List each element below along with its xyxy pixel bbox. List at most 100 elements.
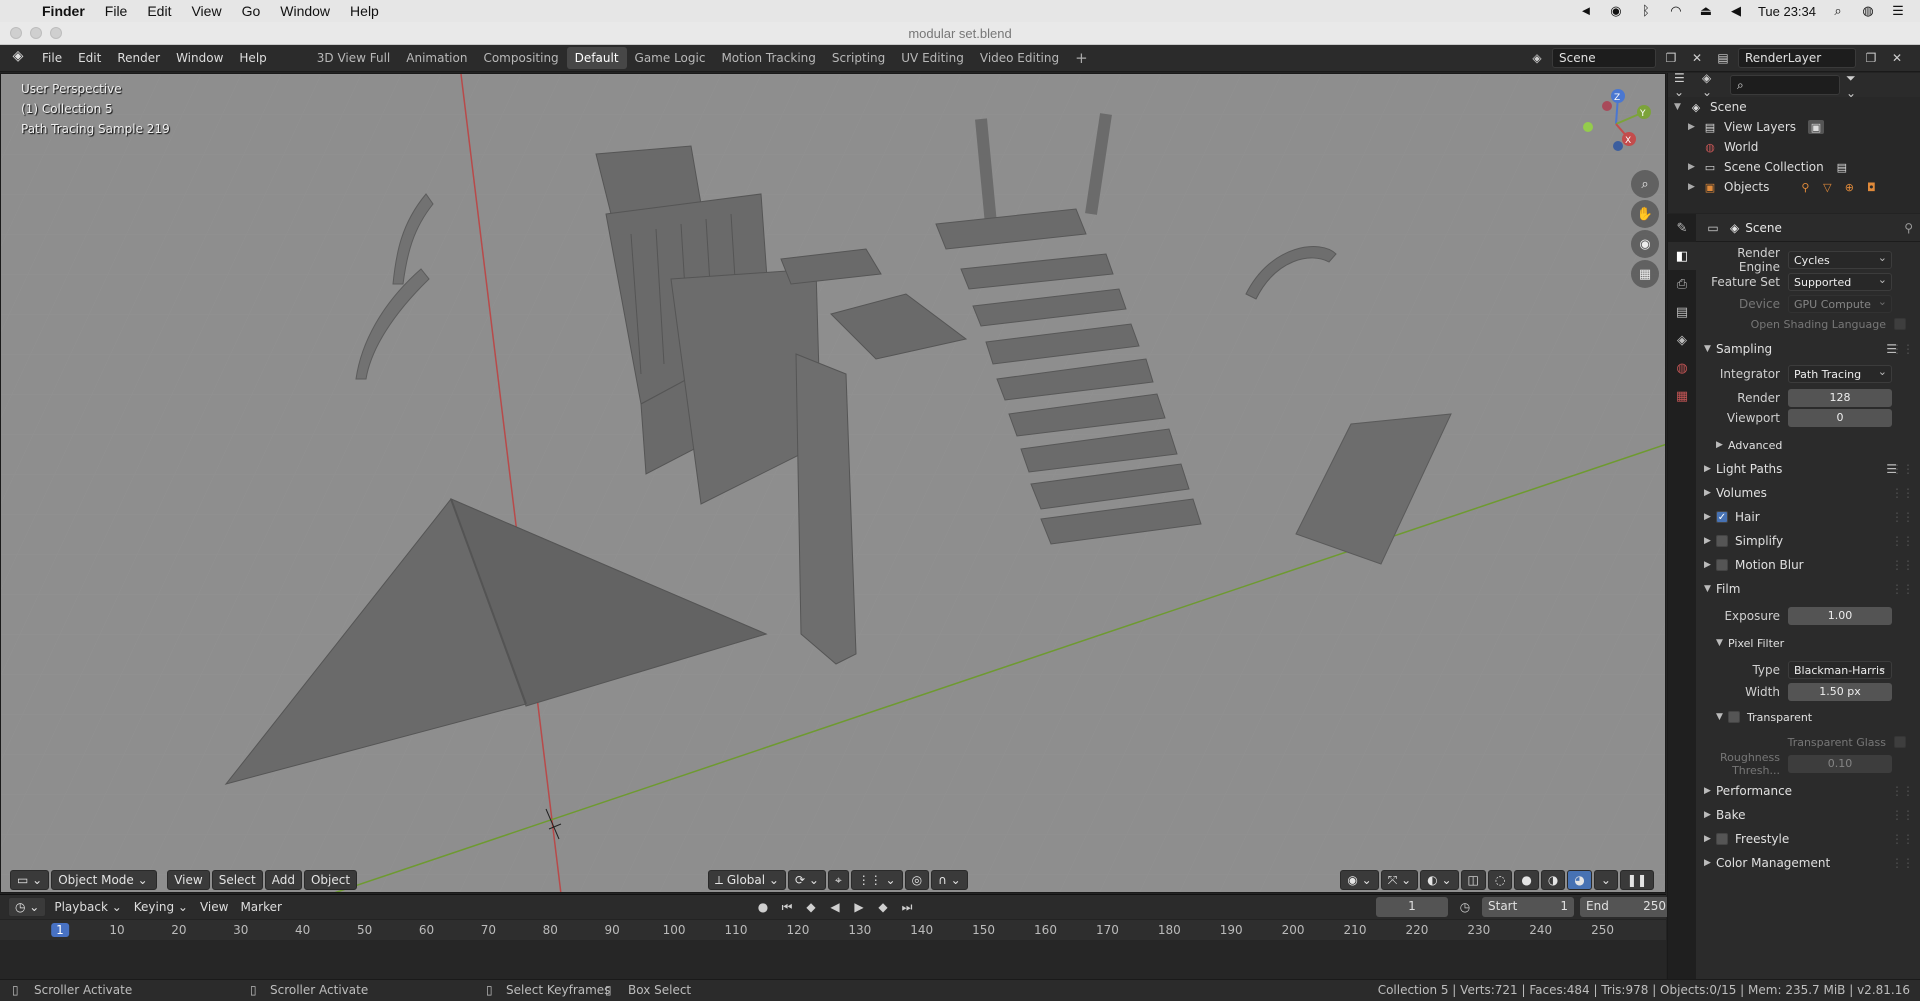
transparent-checkbox[interactable] (1728, 711, 1740, 723)
topbar-menu-file[interactable]: File (34, 51, 70, 65)
view-layer-field[interactable]: RenderLayer (1738, 48, 1856, 68)
xray-toggle-icon[interactable]: ◫ (1460, 870, 1486, 890)
expand-arrow-icon[interactable]: ▶ (1688, 162, 1702, 172)
timeline-menu-view[interactable]: View (194, 900, 234, 914)
menu-help[interactable]: Help (340, 0, 389, 22)
pivot-point-icon[interactable]: ⟳ ⌄ (788, 870, 826, 890)
view-layer-icon[interactable]: ▤ (1712, 48, 1734, 68)
feature-set-dropdown[interactable]: Supported (1788, 271, 1892, 291)
display-mode-icon[interactable]: ◈ ⌄ (1702, 71, 1724, 99)
bake-panel-header[interactable]: ▶ Bake ⋮⋮ (1696, 804, 1920, 826)
outliner-row-scene-collection[interactable]: ▶ ▭ Scene Collection ▤ (1668, 157, 1920, 177)
proportional-edit-icon[interactable]: ◎ (904, 870, 930, 890)
menu-app-finder[interactable]: Finder (32, 0, 95, 22)
transform-orientation-dropdown[interactable]: ⟂ Global ⌄ (708, 870, 786, 890)
scene-selector-icon[interactable]: ◈ (1526, 48, 1548, 68)
simplify-panel-header[interactable]: ▶ Simplify ⋮⋮ (1696, 530, 1920, 552)
new-scene-icon[interactable]: ❐ (1660, 48, 1682, 68)
menu-edit[interactable]: Edit (137, 0, 181, 22)
pan-hand-icon[interactable]: ✋ (1631, 200, 1659, 228)
sampling-panel-header[interactable]: ▼ Sampling ☰ ⋮⋮ (1696, 338, 1920, 360)
jump-start-icon[interactable]: ⏮ (776, 897, 798, 917)
current-frame-field[interactable]: 1 (1376, 897, 1448, 917)
shading-options-icon[interactable]: ⌄ (1593, 870, 1618, 890)
creative-cloud-icon[interactable]: ◉ (1608, 4, 1624, 18)
device-dropdown[interactable]: GPU Compute (1788, 293, 1892, 313)
film-panel-header[interactable]: ▼ Film ⋮⋮ (1696, 578, 1920, 600)
expand-arrow-icon[interactable]: ▼ (1674, 102, 1688, 112)
shading-material-icon[interactable]: ◑ (1540, 870, 1566, 890)
outliner-row-world[interactable]: ◍ World (1668, 137, 1920, 157)
jump-end-icon[interactable]: ⏭ (896, 897, 918, 917)
advanced-subpanel-header[interactable]: ▶ Advanced (1696, 434, 1920, 456)
current-frame-indicator[interactable]: 1 (51, 923, 69, 937)
play-icon[interactable]: ▶ (848, 897, 870, 917)
render-engine-dropdown[interactable]: Cycles (1788, 249, 1892, 269)
jump-next-keyframe-icon[interactable]: ◆ (872, 897, 894, 917)
filter-type-dropdown[interactable]: Blackman-Harris (1788, 659, 1892, 679)
properties-editor-type-icon[interactable]: ▭ (1702, 218, 1724, 238)
outliner-search-input[interactable]: ⌕ (1730, 75, 1840, 95)
siri-icon[interactable]: ◍ (1860, 4, 1876, 18)
exposure-field[interactable]: 1.00 (1788, 607, 1892, 625)
bluetooth-icon[interactable]: ᛒ (1638, 4, 1654, 18)
color-management-panel-header[interactable]: ▶ Color Management ⋮⋮ (1696, 852, 1920, 874)
timeline-editor-type-icon[interactable]: ◷ ⌄ (8, 897, 47, 917)
viewport-menu-object[interactable]: Object (303, 870, 358, 890)
menu-go[interactable]: Go (232, 0, 271, 22)
scene-tab-icon[interactable]: ◈ (1668, 326, 1696, 354)
preview-range-icon[interactable]: ◷ (1454, 897, 1476, 917)
hair-panel-header[interactable]: ▶ ✓ Hair ⋮⋮ (1696, 506, 1920, 528)
delete-view-layer-icon[interactable]: ✕ (1886, 48, 1908, 68)
viewport-menu-add[interactable]: Add (264, 870, 302, 890)
simplify-checkbox[interactable] (1716, 535, 1728, 547)
tab-animation[interactable]: Animation (398, 47, 475, 69)
visibility-filter-icon[interactable]: ◉ ⌄ (1340, 870, 1379, 890)
volumes-panel-header[interactable]: ▶ Volumes ⋮⋮ (1696, 482, 1920, 504)
menubar-clock[interactable]: Tue 23:34 (1758, 4, 1816, 19)
tab-3d-view-full[interactable]: 3D View Full (309, 47, 399, 69)
spotlight-search-icon[interactable]: ⌕ (1830, 4, 1846, 18)
shading-wireframe-icon[interactable]: ◌ (1487, 870, 1513, 890)
motion-blur-panel-header[interactable]: ▶ Motion Blur ⋮⋮ (1696, 554, 1920, 576)
outliner-row-objects[interactable]: ▶ ▣ Objects ⚲ ▽ ⊕ ◘ (1668, 177, 1920, 197)
jump-prev-keyframe-icon[interactable]: ◆ (800, 897, 822, 917)
outliner-editor-type-icon[interactable]: ☰ ⌄ (1674, 71, 1696, 99)
tab-scripting[interactable]: Scripting (824, 47, 893, 69)
expand-arrow-icon[interactable]: ▶ (1688, 122, 1702, 132)
play-reverse-icon[interactable]: ◀ (824, 897, 846, 917)
expand-arrow-icon[interactable]: ▶ (1688, 182, 1702, 192)
topbar-menu-edit[interactable]: Edit (70, 51, 109, 65)
delete-scene-icon[interactable]: ✕ (1686, 48, 1708, 68)
start-frame-field[interactable]: Start 1 (1482, 897, 1574, 917)
topbar-menu-window[interactable]: Window (168, 51, 231, 65)
overlay-toggle-icon[interactable]: ◐ ⌄ (1420, 870, 1459, 890)
wifi-icon[interactable]: ◠ (1668, 4, 1684, 18)
timeline-body[interactable] (0, 940, 1666, 980)
telegram-icon[interactable]: ◄ (1578, 4, 1594, 18)
osl-checkbox[interactable] (1894, 318, 1906, 330)
render-samples-field[interactable]: 128 (1788, 389, 1892, 407)
pin-icon[interactable]: ⚲ (1904, 221, 1913, 235)
performance-panel-header[interactable]: ▶ Performance ⋮⋮ (1696, 780, 1920, 802)
tab-motion-tracking[interactable]: Motion Tracking (713, 47, 823, 69)
editor-type-icon[interactable]: ▭ ⌄ (10, 870, 50, 890)
shading-rendered-icon[interactable]: ◕ (1567, 870, 1592, 890)
add-workspace-button[interactable]: + (1067, 49, 1096, 67)
outliner-row-view-layers[interactable]: ▶ ▤ View Layers ▣ (1668, 117, 1920, 137)
eject-icon[interactable]: ⏏ (1698, 4, 1714, 18)
end-frame-field[interactable]: End 250 (1580, 897, 1672, 917)
viewport-samples-field[interactable]: 0 (1788, 409, 1892, 427)
tab-video-editing[interactable]: Video Editing (972, 47, 1067, 69)
timeline-menu-keying[interactable]: Keying ⌄ (128, 900, 194, 914)
timeline-menu-marker[interactable]: Marker (234, 900, 287, 914)
render-tab-icon[interactable]: ◧ (1668, 242, 1696, 270)
new-view-layer-icon[interactable]: ❐ (1860, 48, 1882, 68)
blender-logo-icon[interactable]: ◈ (8, 48, 28, 68)
snap-toggle-icon[interactable]: ⌖ (827, 870, 849, 890)
object-mode-dropdown[interactable]: Object Mode ⌄ (51, 870, 158, 890)
light-paths-panel-header[interactable]: ▶ Light Paths ☰ ⋮⋮ (1696, 458, 1920, 480)
texture-tab-icon[interactable]: ▦ (1668, 382, 1696, 410)
tab-default[interactable]: Default (566, 47, 627, 69)
proportional-falloff-icon[interactable]: ∩ ⌄ (931, 870, 968, 890)
